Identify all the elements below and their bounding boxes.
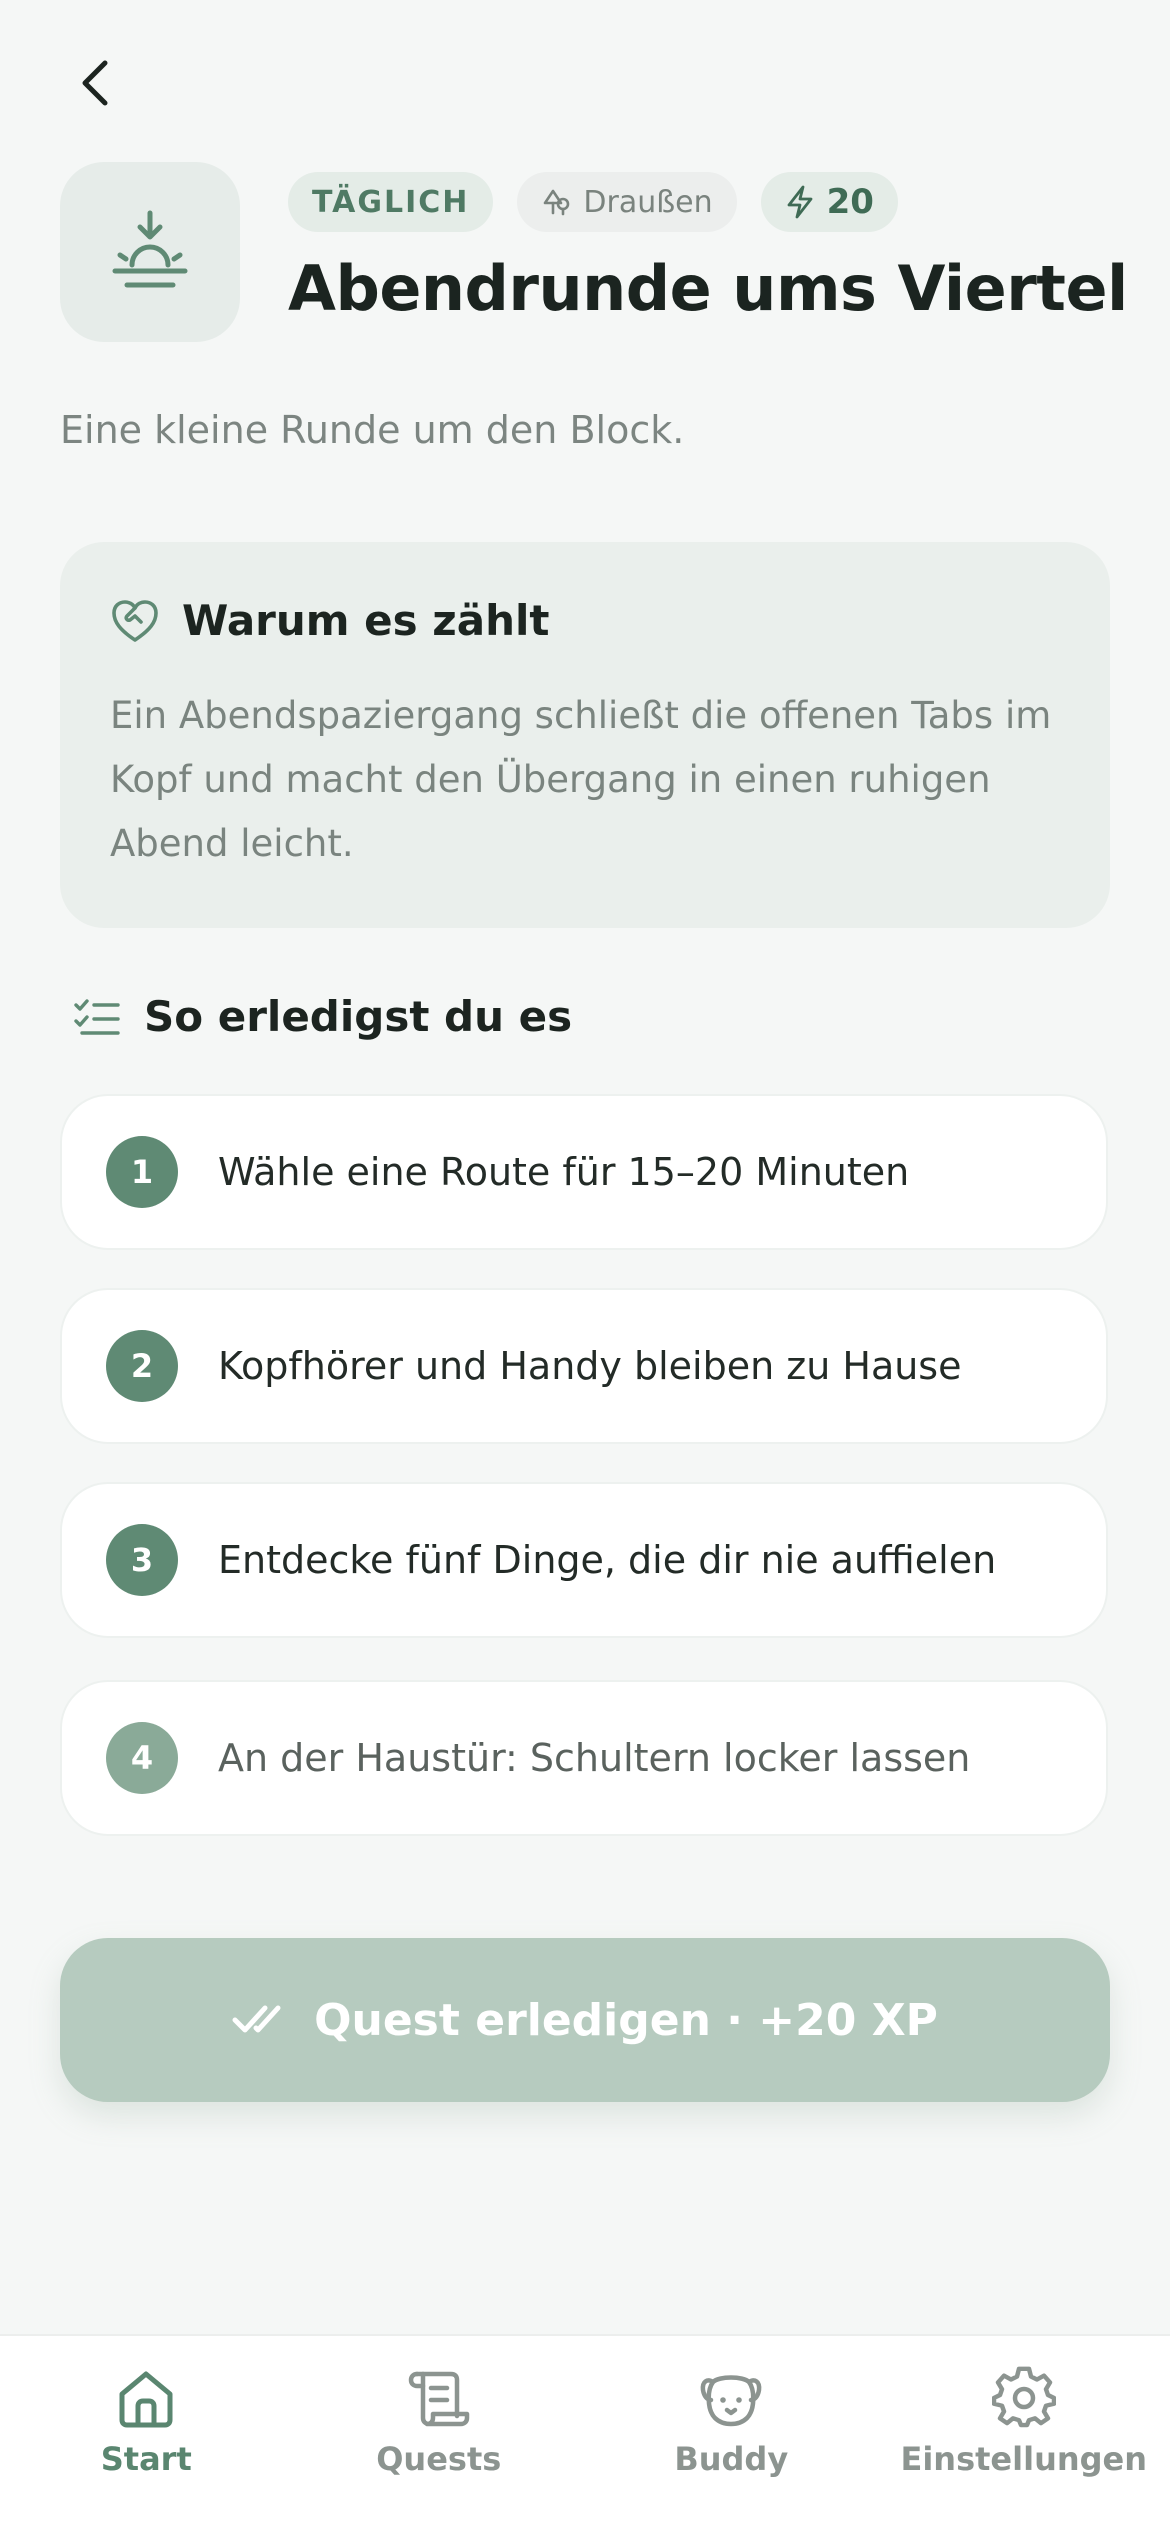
xp-badge-value: 20 (827, 182, 874, 222)
tab-einstellungen-label: Einstellungen (900, 2440, 1147, 2478)
step-text: Entdecke fünf Dinge, die dir nie auffiel… (218, 1538, 996, 1582)
step-number: 3 (106, 1524, 178, 1596)
sunset-icon-tile (60, 162, 240, 342)
sunset-icon (105, 207, 195, 297)
step-item: 3 Entdecke fünf Dinge, die dir nie auffi… (60, 1482, 1108, 1638)
back-button[interactable] (60, 48, 130, 118)
tab-einstellungen[interactable]: Einstellungen (878, 2336, 1170, 2534)
step-number: 4 (106, 1722, 178, 1794)
step-item: 2 Kopfhörer und Handy bleiben zu Hause (60, 1288, 1108, 1444)
howto-header: So erledigst du es (74, 992, 572, 1041)
bottom-tab-bar: Start Quests Buddy (0, 2334, 1170, 2534)
step-number: 2 (106, 1330, 178, 1402)
why-title: Warum es zählt (182, 596, 549, 645)
step-item: 1 Wähle eine Route für 15–20 Minuten (60, 1094, 1108, 1250)
scroll-icon (407, 2366, 471, 2430)
tree-icon (541, 187, 571, 217)
step-item: 4 An der Haustür: Schultern locker lasse… (60, 1680, 1108, 1836)
quest-badges: TÄGLICH Draußen 20 (288, 172, 898, 232)
gear-icon (992, 2366, 1056, 2430)
frequency-badge-label: TÄGLICH (312, 185, 469, 220)
tab-start[interactable]: Start (0, 2336, 293, 2534)
tab-start-label: Start (101, 2440, 192, 2478)
tab-buddy-label: Buddy (674, 2440, 788, 2478)
double-check-icon (232, 2002, 290, 2038)
location-badge-label: Draußen (583, 185, 712, 220)
home-icon (114, 2366, 178, 2430)
xp-badge: 20 (761, 172, 898, 232)
heart-handshake-icon (110, 598, 160, 644)
tab-quests[interactable]: Quests (293, 2336, 586, 2534)
complete-quest-button[interactable]: Quest erledigen · +20 XP (60, 1938, 1110, 2102)
location-badge: Draußen (517, 172, 736, 232)
why-body: Ein Abendspaziergang schließt die offene… (110, 684, 1070, 876)
step-text: An der Haustür: Schultern locker lassen (218, 1736, 970, 1780)
complete-quest-label: Quest erledigen · +20 XP (314, 1995, 938, 2046)
why-it-matters-card: Warum es zählt Ein Abendspaziergang schl… (60, 542, 1110, 928)
dog-face-icon (699, 2366, 763, 2430)
frequency-badge: TÄGLICH (288, 172, 493, 232)
step-number: 1 (106, 1136, 178, 1208)
step-text: Wähle eine Route für 15–20 Minuten (218, 1150, 909, 1194)
howto-title: So erledigst du es (144, 992, 572, 1041)
tab-quests-label: Quests (376, 2440, 501, 2478)
checklist-icon (74, 997, 120, 1037)
chevron-left-icon (75, 57, 115, 109)
step-text: Kopfhörer und Handy bleiben zu Hause (218, 1344, 962, 1388)
why-header: Warum es zählt (110, 596, 549, 645)
quest-title: Abendrunde ums Viertel (288, 252, 1128, 325)
quest-subtitle: Eine kleine Runde um den Block. (60, 408, 684, 452)
lightning-icon (785, 185, 815, 219)
tab-buddy[interactable]: Buddy (585, 2336, 878, 2534)
